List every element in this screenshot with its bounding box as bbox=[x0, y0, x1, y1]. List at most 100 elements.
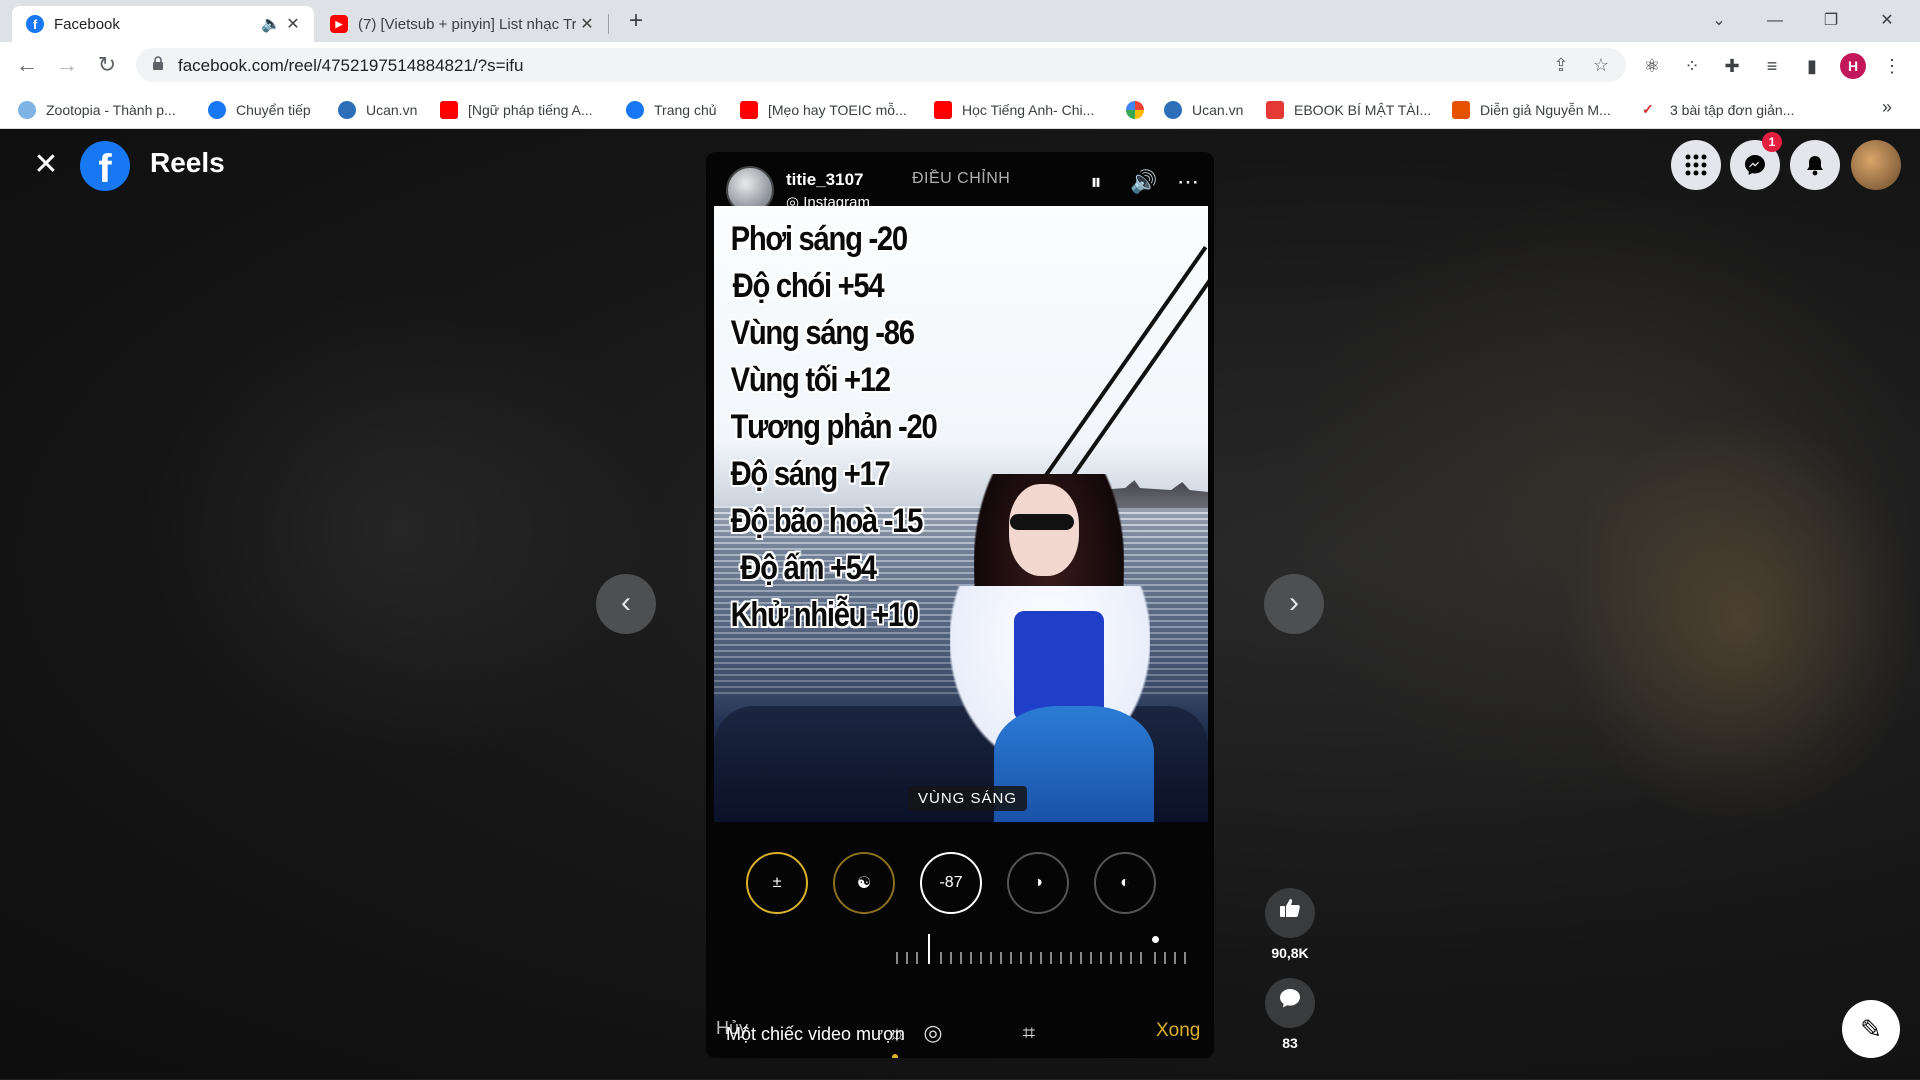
bookmarks-overflow-icon[interactable]: » bbox=[1882, 97, 1892, 118]
overlay-line: Vùng tối +12 bbox=[730, 361, 891, 399]
bookmark-star-icon[interactable]: ☆ bbox=[1590, 54, 1612, 76]
slider-tick bbox=[1020, 952, 1022, 964]
slider-tick bbox=[1140, 952, 1142, 964]
slider-tick bbox=[1184, 952, 1186, 964]
settings-overlay-text: Phơi sáng -20 Độ chói +54 Vùng sáng -86 … bbox=[718, 216, 938, 639]
new-message-button[interactable]: ✎ bbox=[1842, 1000, 1900, 1058]
minimize-button[interactable]: — bbox=[1752, 6, 1798, 36]
bookmark-item[interactable]: Ucan.vn bbox=[338, 99, 417, 121]
account-avatar[interactable] bbox=[1851, 140, 1901, 190]
reels-page: ✕ f Reels 1 ‹ › titie_3107 ◎ Instagram Đ… bbox=[0, 129, 1920, 1080]
contrast-dial-icon[interactable]: ◐ bbox=[1094, 852, 1156, 914]
media-queue-icon[interactable]: ≡ bbox=[1760, 54, 1784, 78]
slider-tick bbox=[950, 952, 952, 964]
bookmark-label: Ucan.vn bbox=[366, 102, 418, 118]
bookmark-item[interactable]: Chuyển tiếp bbox=[208, 99, 311, 121]
adjust-sun-icon[interactable]: ☼ bbox=[882, 1018, 912, 1048]
reel-header: titie_3107 ◎ Instagram ĐIỀU CHỈNH ⏸ 🔊 ⋯ bbox=[706, 152, 1214, 214]
bookmark-label: Trang chủ bbox=[654, 102, 717, 118]
tab-audio-icon[interactable]: 🔈 bbox=[260, 14, 282, 34]
tab-title: Facebook bbox=[54, 15, 120, 33]
adjustment-slider[interactable] bbox=[896, 934, 1196, 964]
bookmark-item[interactable]: Zootopia - Thành p... bbox=[18, 99, 176, 121]
close-icon[interactable]: ✕ bbox=[26, 145, 66, 185]
more-menu-icon[interactable]: ⋮ bbox=[1880, 54, 1904, 78]
bookmark-item[interactable]: [Mẹo hay TOEIC mỗ... bbox=[740, 99, 907, 121]
react-devtools-icon[interactable]: ⚛ bbox=[1640, 54, 1664, 78]
menu-grid-icon[interactable] bbox=[1671, 140, 1721, 190]
bookmark-item[interactable] bbox=[1126, 99, 1154, 121]
exposure-dial-icon[interactable]: ± bbox=[746, 852, 808, 914]
new-tab-button[interactable]: + bbox=[622, 8, 650, 36]
more-options-icon[interactable]: ⋯ bbox=[1172, 166, 1204, 198]
facebook-logo[interactable]: f bbox=[80, 141, 130, 191]
bookmark-item[interactable]: Học Tiếng Anh- Chi... bbox=[934, 99, 1094, 121]
reel-player[interactable]: titie_3107 ◎ Instagram ĐIỀU CHỈNH ⏸ 🔊 ⋯ … bbox=[706, 152, 1214, 1058]
extension-dots-icon[interactable]: ⁘ bbox=[1680, 54, 1704, 78]
zootopia-icon bbox=[18, 101, 36, 119]
done-button[interactable]: Xong bbox=[1156, 1020, 1200, 1042]
notifications-bell-icon[interactable] bbox=[1790, 140, 1840, 190]
overlay-line: Vùng sáng -86 bbox=[730, 314, 915, 352]
tab-close-icon[interactable]: ✕ bbox=[576, 14, 598, 34]
tab-youtube[interactable]: ▶ (7) [Vietsub + pinyin] List nhạc Tr ✕ bbox=[316, 6, 608, 42]
tab-close-icon[interactable]: ✕ bbox=[282, 14, 304, 34]
slider-tick bbox=[1040, 952, 1042, 964]
close-window-button[interactable]: ✕ bbox=[1864, 6, 1910, 36]
highlights-dial[interactable]: -87 bbox=[920, 852, 982, 914]
comment-count: 83 bbox=[1282, 1035, 1298, 1051]
author-name[interactable]: titie_3107 bbox=[786, 170, 864, 190]
overlay-line: Độ chói +54 bbox=[732, 267, 885, 305]
filters-icon[interactable]: ◎ bbox=[918, 1018, 948, 1048]
overlay-line: Tương phản -20 bbox=[730, 408, 938, 446]
slider-tick bbox=[1100, 952, 1102, 964]
bookmark-item[interactable]: Ucan.vn bbox=[1164, 99, 1243, 121]
bookmark-item[interactable]: ✓ 3 bài tập đơn giản... bbox=[1642, 99, 1794, 121]
reel-video[interactable]: Phơi sáng -20 Độ chói +54 Vùng sáng -86 … bbox=[714, 206, 1208, 822]
bookmark-item[interactable]: EBOOK BÍ MẬT TÀI... bbox=[1266, 99, 1431, 121]
reel-edit-bar: Hủy Một chiếc video mượn ☼ ◎ ⌗ Xong bbox=[706, 1012, 1214, 1058]
profile-avatar[interactable]: H bbox=[1840, 53, 1866, 79]
next-reel-button[interactable]: › bbox=[1264, 574, 1324, 634]
person-dress bbox=[1014, 611, 1104, 721]
address-bar[interactable]: facebook.com/reel/4752197514884821/?s=if… bbox=[136, 48, 1626, 82]
bookmarks-bar: Zootopia - Thành p... Chuyển tiếp Ucan.v… bbox=[0, 89, 1920, 129]
person-face bbox=[1009, 484, 1079, 576]
crop-icon[interactable]: ⌗ bbox=[1014, 1018, 1044, 1048]
forward-button[interactable]: → bbox=[52, 50, 82, 80]
pause-icon[interactable]: ⏸ bbox=[1080, 166, 1112, 198]
share-icon[interactable]: ⇪ bbox=[1550, 54, 1572, 76]
restore-button[interactable]: ❐ bbox=[1808, 6, 1854, 36]
comment-button[interactable] bbox=[1265, 978, 1315, 1028]
side-panel-icon[interactable]: ▮ bbox=[1800, 54, 1824, 78]
active-tool-dot bbox=[892, 1054, 898, 1058]
adjustment-dials: ± ☯ -87 ◑ ◐ bbox=[706, 852, 1214, 922]
reel-caption[interactable]: Một chiếc video mượn bbox=[726, 1024, 905, 1045]
slider-tick bbox=[916, 952, 918, 964]
bell-icon bbox=[1807, 156, 1823, 176]
bookmark-item[interactable]: Trang chủ bbox=[626, 99, 717, 121]
extensions-puzzle-icon[interactable]: ✚ bbox=[1720, 54, 1744, 78]
reload-button[interactable]: ↻ bbox=[92, 50, 122, 80]
edit-header-label: ĐIỀU CHỈNH bbox=[912, 170, 1011, 187]
brilliance-dial-icon[interactable]: ☯ bbox=[833, 852, 895, 914]
calendar-icon bbox=[1452, 101, 1470, 119]
bookmark-item[interactable]: Diễn giả Nguyễn M... bbox=[1452, 99, 1611, 121]
slider-tick bbox=[1120, 952, 1122, 964]
bookmark-label: [Mẹo hay TOEIC mỗ... bbox=[768, 102, 907, 118]
bookmark-item[interactable]: [Ngữ pháp tiếng A... bbox=[440, 99, 593, 121]
slider-tick bbox=[1130, 952, 1132, 964]
slider-position-dot bbox=[1152, 936, 1159, 943]
tab-facebook[interactable]: f Facebook 🔈 ✕ bbox=[12, 6, 314, 42]
like-button[interactable] bbox=[1265, 888, 1315, 938]
page-title: Reels bbox=[150, 147, 225, 178]
shadows-dial-icon[interactable]: ◑ bbox=[1007, 852, 1069, 914]
url-text[interactable]: facebook.com/reel/4752197514884821/?s=if… bbox=[178, 56, 523, 76]
tab-search-icon[interactable]: ⌄ bbox=[1696, 6, 1742, 36]
back-button[interactable]: ← bbox=[12, 50, 42, 80]
boat-cable bbox=[1020, 246, 1208, 511]
sunglasses bbox=[1010, 514, 1074, 530]
volume-icon[interactable]: 🔊 bbox=[1128, 166, 1160, 198]
previous-reel-button[interactable]: ‹ bbox=[596, 574, 656, 634]
slider-tick bbox=[1050, 952, 1052, 964]
